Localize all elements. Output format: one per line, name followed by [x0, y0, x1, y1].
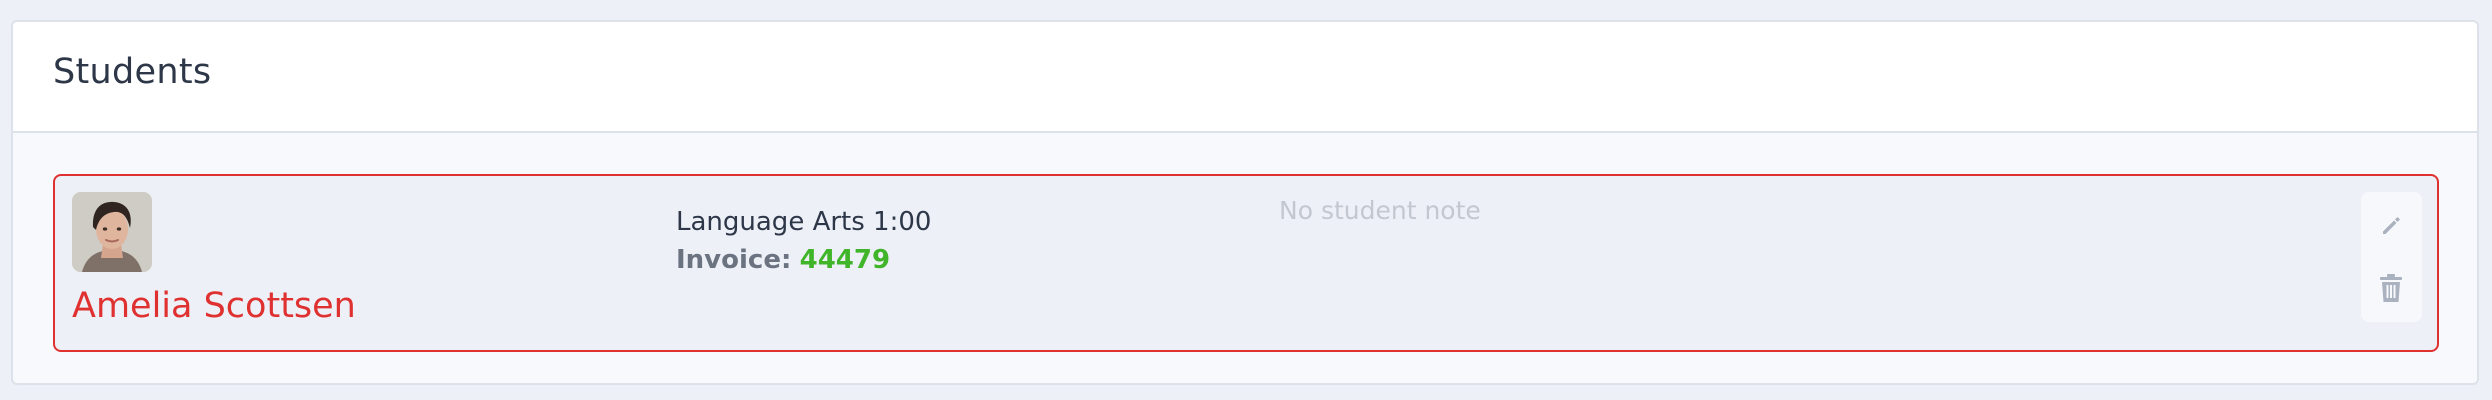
student-avatar[interactable]: [72, 192, 152, 272]
trash-icon: [2380, 274, 2402, 302]
panel-body: Amelia Scottsen Language Arts 1:00 Invoi…: [13, 133, 2477, 383]
delete-button[interactable]: [2373, 270, 2409, 306]
lesson-info: Language Arts 1:00 Invoice: 44479: [676, 204, 931, 280]
student-actions: [2361, 192, 2422, 322]
student-name[interactable]: Amelia Scottsen: [72, 286, 356, 326]
student-note: No student note: [1279, 196, 1481, 225]
panel-header: Students: [13, 22, 2477, 133]
students-panel: Students Amelia Scottsen Language Arts 1…: [11, 20, 2479, 385]
student-card[interactable]: Amelia Scottsen Language Arts 1:00 Invoi…: [53, 174, 2439, 352]
invoice-line: Invoice: 44479: [676, 240, 931, 280]
student-photo-icon: [72, 192, 152, 272]
edit-button[interactable]: [2373, 208, 2409, 244]
pencil-icon: [2383, 217, 2400, 234]
invoice-number[interactable]: 44479: [800, 245, 890, 275]
invoice-label: Invoice:: [676, 245, 792, 275]
panel-title: Students: [53, 52, 212, 92]
lesson-title: Language Arts 1:00: [676, 207, 932, 237]
